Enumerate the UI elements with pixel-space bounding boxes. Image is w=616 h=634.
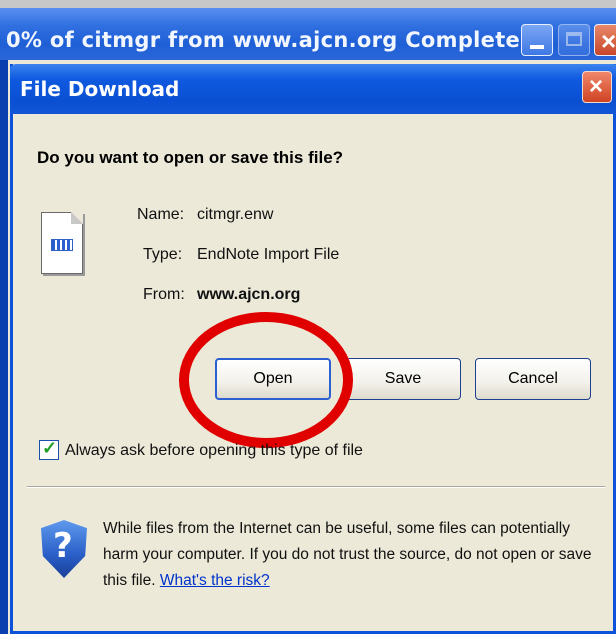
background-window-title: 0% of citmgr from www.ajcn.org Completed	[6, 28, 536, 52]
dialog-question: Do you want to open or save this file?	[37, 148, 344, 167]
file-document-icon	[41, 212, 83, 274]
whats-the-risk-link[interactable]: What's the risk?	[160, 572, 270, 589]
close-icon: ×	[601, 26, 616, 56]
file-type-value: EndNote Import File	[197, 246, 340, 263]
background-top-strip	[0, 0, 616, 8]
divider	[27, 486, 605, 488]
cancel-button[interactable]: Cancel	[475, 358, 591, 400]
file-from-value: www.ajcn.org	[197, 286, 301, 303]
background-window-edge	[0, 60, 8, 634]
shield-question-mark: ?	[53, 526, 73, 566]
file-name-label: Name:	[137, 206, 185, 223]
maximize-button[interactable]	[558, 24, 590, 56]
close-icon: ×	[589, 73, 604, 100]
file-icon-graphic	[51, 239, 73, 251]
security-warning-text: While files from the Internet can be use…	[103, 516, 609, 594]
dialog-title-bar[interactable]: File Download ×	[10, 64, 616, 114]
always-ask-label[interactable]: Always ask before opening this type of f…	[65, 442, 363, 460]
dialog-title: File Download	[20, 77, 180, 101]
red-highlight-circle	[179, 312, 353, 448]
file-name-value: citmgr.enw	[197, 206, 274, 223]
always-ask-checkbox[interactable]: ✓	[39, 438, 59, 460]
checkmark-icon: ✓	[42, 438, 58, 458]
file-download-dialog: File Download × Do you want to open or s…	[10, 64, 616, 634]
file-from-label: From:	[143, 286, 185, 303]
minimize-button[interactable]	[521, 24, 553, 56]
background-close-button[interactable]: ×	[594, 24, 616, 56]
file-type-label: Type:	[143, 246, 183, 263]
minimize-icon	[530, 45, 544, 49]
dialog-close-button[interactable]: ×	[582, 71, 612, 103]
save-button[interactable]: Save	[345, 358, 461, 400]
background-title-bar: 0% of citmgr from www.ajcn.org Completed…	[0, 8, 616, 60]
maximize-icon	[566, 32, 582, 46]
